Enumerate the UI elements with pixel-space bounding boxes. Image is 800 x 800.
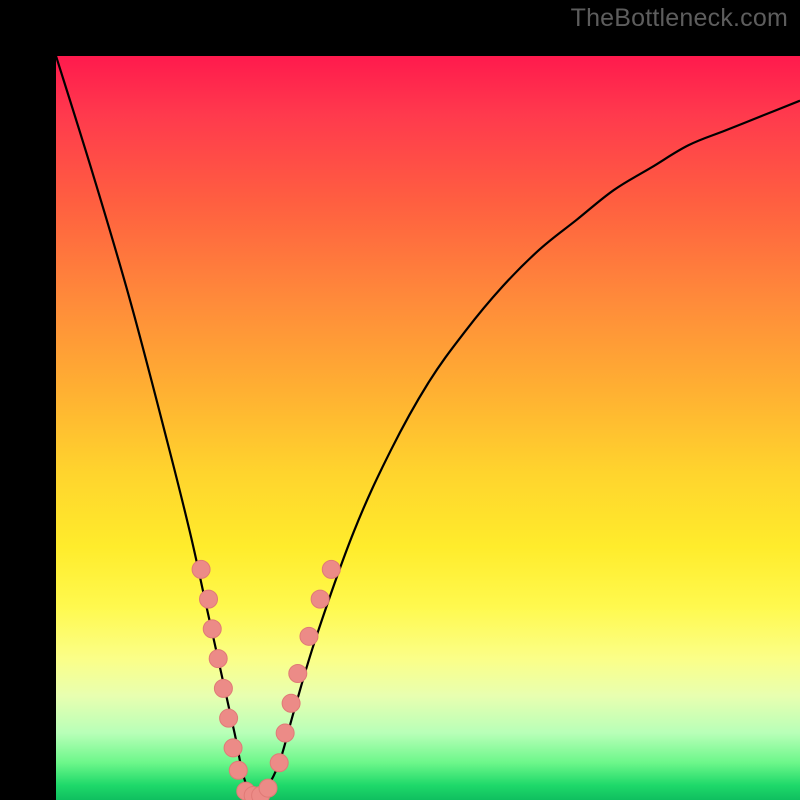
plot-area [56,56,800,800]
marker-group [192,560,340,800]
data-point [192,560,210,578]
data-point [270,754,288,772]
data-point [300,627,318,645]
data-point [282,694,300,712]
data-point [311,590,329,608]
data-point [229,761,247,779]
bottleneck-curve [56,56,800,800]
data-point [289,665,307,683]
data-point [203,620,221,638]
watermark-text: TheBottleneck.com [571,4,788,33]
data-point [209,650,227,668]
data-point [276,724,294,742]
chart-frame [0,0,800,800]
data-point [220,709,238,727]
data-point [200,590,218,608]
data-point [259,779,277,797]
chart-svg [56,56,800,800]
data-point [214,679,232,697]
data-point [322,560,340,578]
data-point [224,739,242,757]
